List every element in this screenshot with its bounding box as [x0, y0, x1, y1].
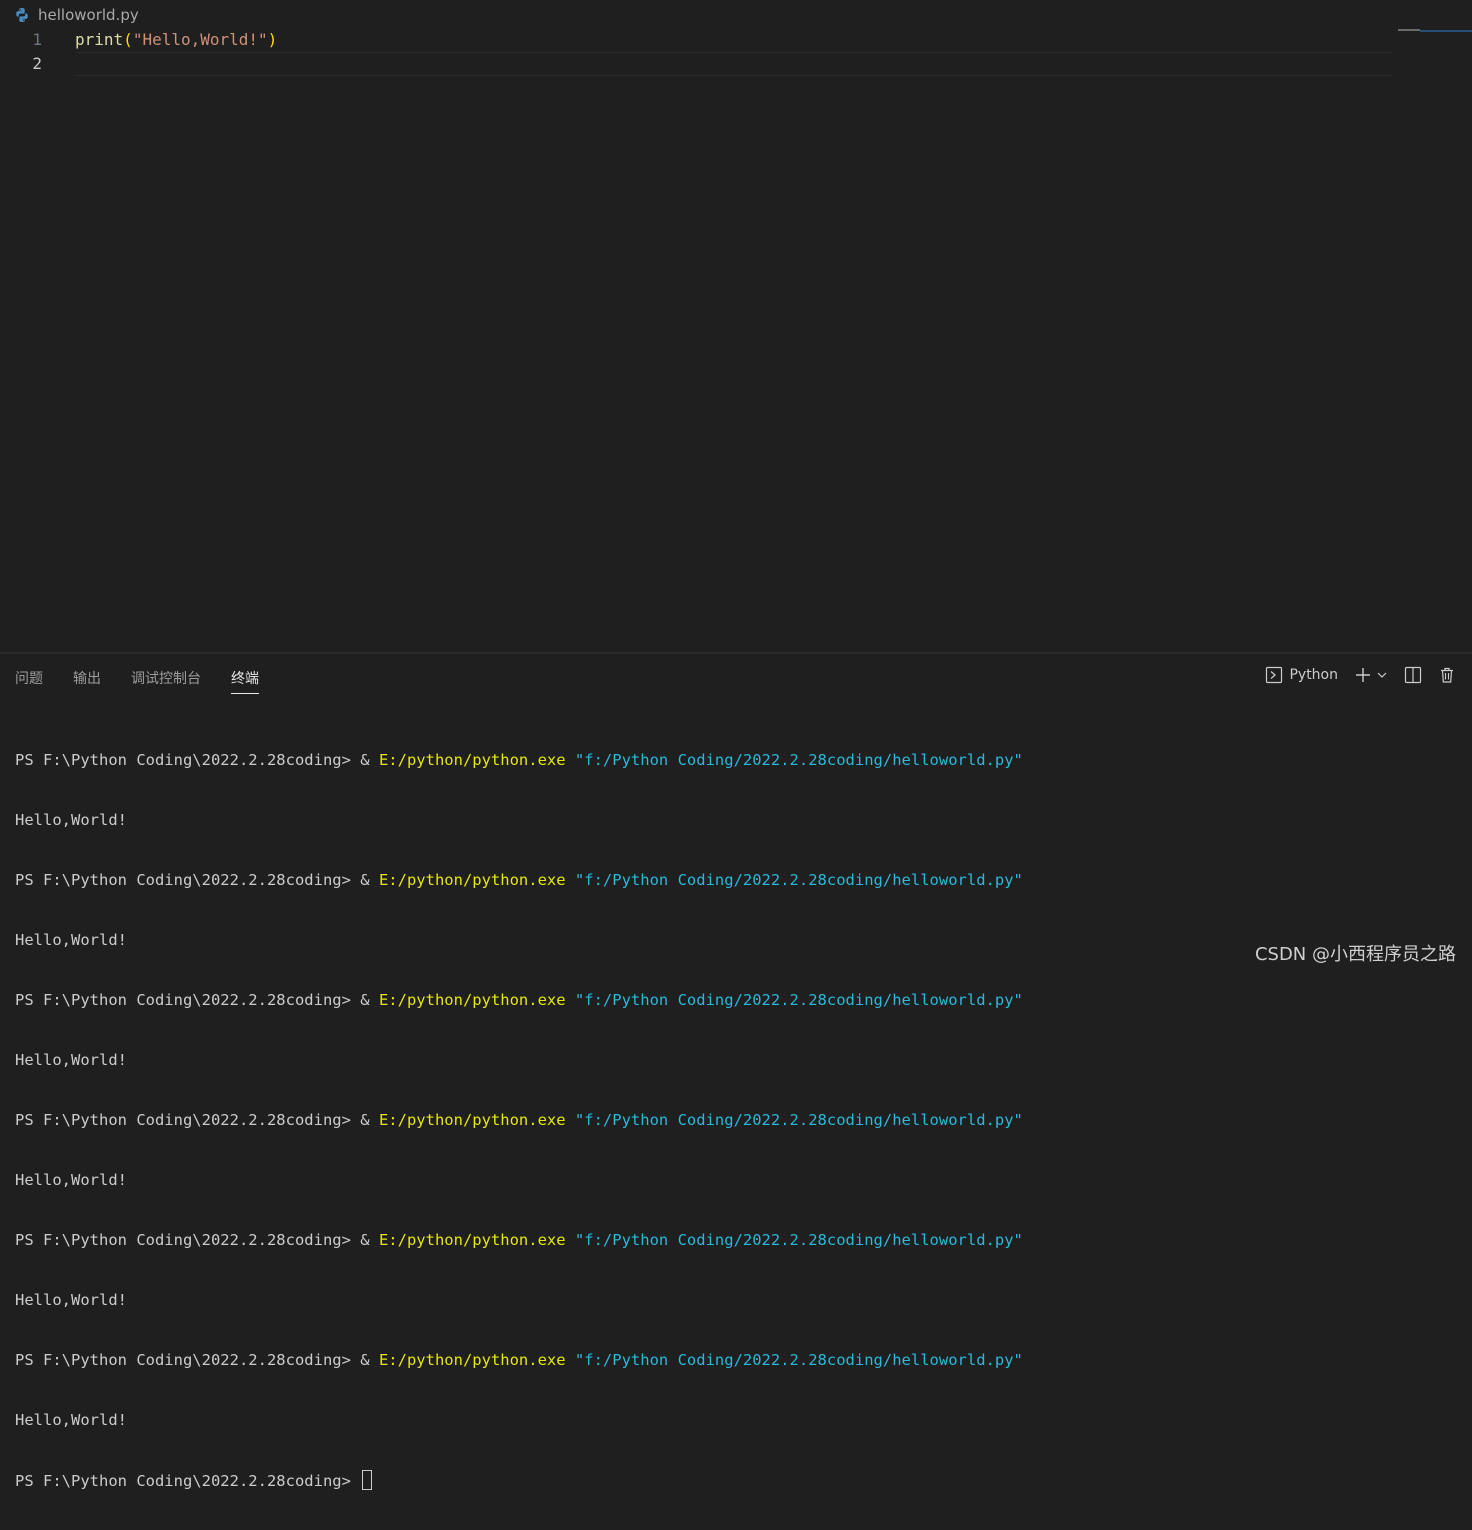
terminal-operator: & — [360, 1111, 379, 1129]
split-icon — [1404, 666, 1422, 684]
terminal-prompt: PS F:\Python Coding\2022.2.28coding> — [15, 1472, 361, 1490]
terminal-prompt: PS F:\Python Coding\2022.2.28coding> — [15, 1351, 361, 1369]
minimap[interactable] — [1398, 29, 1420, 31]
terminal-input-line[interactable]: PS F:\Python Coding\2022.2.28coding> — [15, 1470, 1023, 1490]
terminal-exe: E:/python/python.exe — [378, 1351, 566, 1369]
python-file-icon — [16, 8, 28, 22]
code-string: "Hello,World!" — [132, 30, 268, 49]
terminal-command-line: PS F:\Python Coding\2022.2.28coding> & E… — [15, 870, 1023, 890]
terminal-script-path: "f:/Python Coding/2022.2.28coding/hellow… — [565, 751, 1023, 769]
code-function: print — [75, 30, 124, 49]
trash-icon — [1441, 667, 1453, 683]
terminal-dropdown-button[interactable] — [1376, 669, 1388, 681]
terminal-output-line: Hello,World! — [15, 811, 127, 829]
terminal-operator: & — [360, 1231, 379, 1249]
terminal-output[interactable]: PS F:\Python Coding\2022.2.28coding> & E… — [15, 710, 1023, 1530]
terminal-output-line: Hello,World! — [15, 1411, 127, 1429]
terminal-exe: E:/python/python.exe — [378, 991, 566, 1009]
terminal-command-line: PS F:\Python Coding\2022.2.28coding> & E… — [15, 990, 1023, 1010]
terminal-command-line: PS F:\Python Coding\2022.2.28coding> & E… — [15, 1350, 1023, 1370]
code-open-paren: ( — [123, 30, 133, 49]
tab-debug-console[interactable]: 调试控制台 — [131, 668, 201, 694]
terminal-command-line: PS F:\Python Coding\2022.2.28coding> & E… — [15, 750, 1023, 770]
chevron-down-icon — [1377, 672, 1387, 678]
kill-terminal-button[interactable] — [1438, 666, 1456, 684]
bottom-panel: 问题 输出 调试控制台 终端 Python PS F:\Python Codin… — [0, 652, 1472, 1490]
terminal-script-path: "f:/Python Coding/2022.2.28coding/hellow… — [565, 1351, 1023, 1369]
terminal-operator: & — [360, 751, 379, 769]
terminal-prompt: PS F:\Python Coding\2022.2.28coding> — [15, 1111, 361, 1129]
terminal-icon — [1266, 666, 1283, 684]
terminal-operator: & — [360, 1351, 379, 1369]
terminal-exe: E:/python/python.exe — [378, 871, 566, 889]
breadcrumb-file-name[interactable]: helloworld.py — [38, 6, 139, 24]
terminal-exe: E:/python/python.exe — [378, 751, 566, 769]
terminal-prompt: PS F:\Python Coding\2022.2.28coding> — [15, 871, 361, 889]
terminal-toolbar: Python — [1265, 666, 1472, 684]
tab-terminal[interactable]: 终端 — [231, 668, 259, 694]
terminal-exe: E:/python/python.exe — [378, 1231, 566, 1249]
code-line[interactable]: 1 print("Hello,World!") — [0, 28, 1392, 52]
terminal-profile-selector[interactable]: Python — [1265, 666, 1338, 684]
editor-area[interactable]: helloworld.py 1 print("Hello,World!") 2 — [0, 0, 1472, 652]
split-terminal-button[interactable] — [1404, 666, 1422, 684]
terminal-script-path: "f:/Python Coding/2022.2.28coding/hellow… — [565, 871, 1023, 889]
tab-output[interactable]: 输出 — [73, 668, 101, 694]
terminal-prompt: PS F:\Python Coding\2022.2.28coding> — [15, 991, 361, 1009]
code-text[interactable]: print("Hello,World!") — [75, 28, 277, 52]
terminal-profile-label: Python — [1289, 667, 1338, 683]
terminal-output-line: Hello,World! — [15, 931, 127, 949]
watermark: CSDN @小西程序员之路 — [1254, 944, 1456, 965]
terminal-command-line: PS F:\Python Coding\2022.2.28coding> & E… — [15, 1110, 1023, 1130]
terminal-exe: E:/python/python.exe — [378, 1111, 566, 1129]
terminal-prompt: PS F:\Python Coding\2022.2.28coding> — [15, 751, 361, 769]
terminal-operator: & — [360, 871, 379, 889]
new-terminal-button[interactable] — [1354, 666, 1372, 684]
terminal-script-path: "f:/Python Coding/2022.2.28coding/hellow… — [565, 1231, 1023, 1249]
terminal-command-line: PS F:\Python Coding\2022.2.28coding> & E… — [15, 1230, 1023, 1250]
terminal-cursor — [362, 1470, 373, 1490]
tab-problems[interactable]: 问题 — [15, 668, 43, 694]
code-close-paren: ) — [267, 30, 278, 49]
terminal-output-line: Hello,World! — [15, 1291, 127, 1309]
panel-tabs: 问题 输出 调试控制台 终端 — [15, 668, 289, 694]
terminal-script-path: "f:/Python Coding/2022.2.28coding/hellow… — [565, 991, 1023, 1009]
terminal-operator: & — [360, 991, 379, 1009]
plus-icon — [1356, 668, 1370, 682]
scrollbar-indicator — [1420, 30, 1472, 32]
line-number: 2 — [32, 54, 42, 73]
terminal-output-line: Hello,World! — [15, 1171, 127, 1189]
line-number: 1 — [32, 30, 42, 49]
terminal-prompt: PS F:\Python Coding\2022.2.28coding> — [15, 1231, 361, 1249]
terminal-script-path: "f:/Python Coding/2022.2.28coding/hellow… — [565, 1111, 1023, 1129]
terminal-output-line: Hello,World! — [15, 1051, 127, 1069]
code-line-current[interactable]: 2 — [0, 52, 1392, 76]
breadcrumb[interactable]: helloworld.py — [14, 4, 139, 26]
